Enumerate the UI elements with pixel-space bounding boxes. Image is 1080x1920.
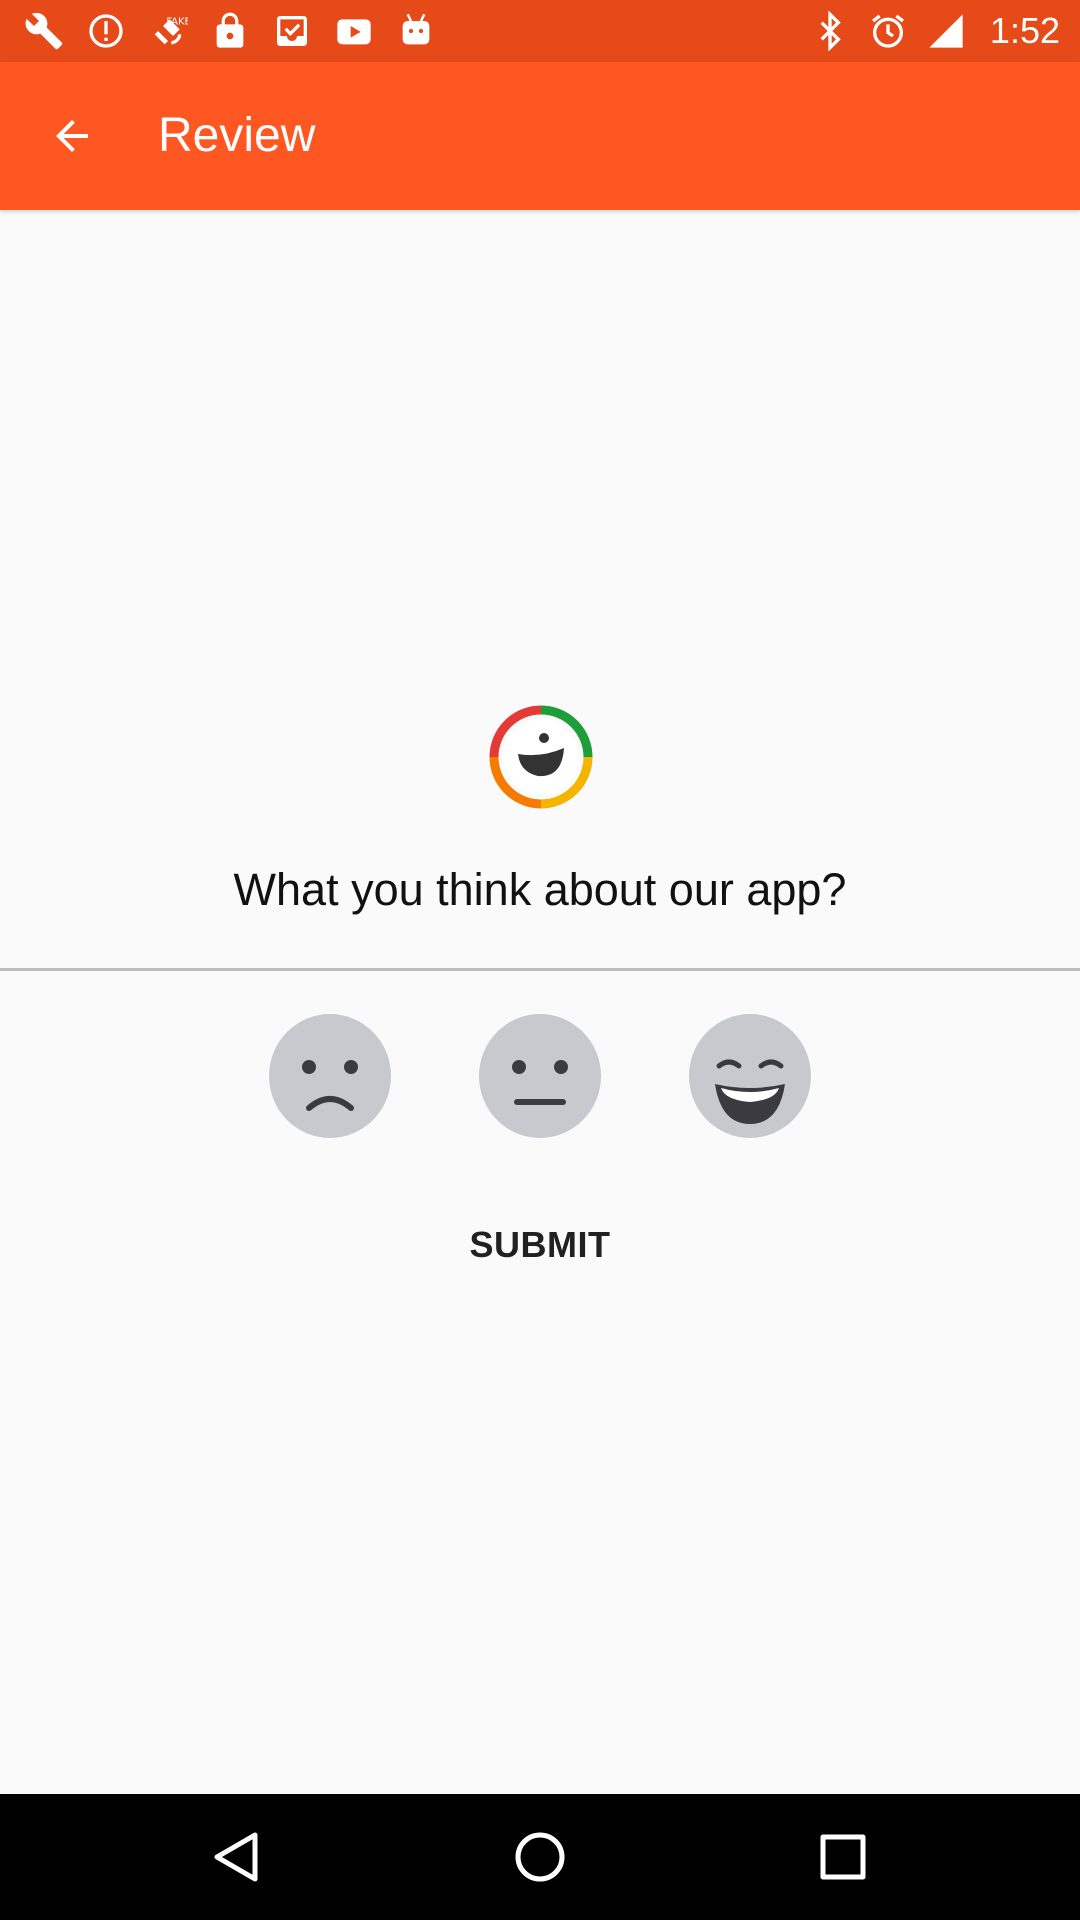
screen: FAKE 1:52 <box>0 0 1080 1920</box>
android-icon <box>396 11 436 51</box>
signal-icon <box>926 11 966 51</box>
alarm-icon <box>868 11 908 51</box>
back-button[interactable] <box>30 98 114 174</box>
status-icons-left: FAKE <box>24 0 436 62</box>
status-icons-right: 1:52 <box>810 0 1060 62</box>
nav-recents-button[interactable] <box>813 1827 873 1887</box>
arrow-left-icon <box>56 120 88 152</box>
app-logo <box>486 702 596 812</box>
triangle-back-icon <box>214 1832 258 1882</box>
svg-text:FAKE: FAKE <box>166 16 188 27</box>
neutral-face-button[interactable] <box>479 1014 601 1138</box>
status-time: 1:52 <box>989 10 1060 51</box>
navigation-bar <box>0 1794 1080 1920</box>
wrench-icon <box>24 11 64 51</box>
sad-face-button[interactable] <box>269 1014 391 1138</box>
app-bar: Review <box>0 62 1080 210</box>
bluetooth-icon <box>810 11 850 51</box>
divider <box>0 968 1080 971</box>
lock-icon <box>210 11 250 51</box>
square-recents-icon <box>820 1834 866 1880</box>
sad-face-icon <box>269 1014 391 1138</box>
fake-gps-icon: FAKE <box>148 11 188 51</box>
happy-face-icon <box>689 1014 811 1138</box>
neutral-face-icon <box>479 1014 601 1138</box>
status-bar: FAKE 1:52 <box>0 0 1080 62</box>
circle-home-icon <box>515 1832 565 1882</box>
alert-icon <box>86 11 126 51</box>
inbox-check-icon <box>272 11 312 51</box>
happy-face-button[interactable] <box>689 1014 811 1138</box>
page-title: Review <box>158 109 316 162</box>
submit-button[interactable]: SUBMIT <box>420 1210 660 1280</box>
youtube-icon <box>334 11 374 51</box>
nav-home-button[interactable] <box>510 1827 570 1887</box>
nav-back-button[interactable] <box>207 1827 267 1887</box>
review-question: What you think about our app? <box>233 864 847 915</box>
